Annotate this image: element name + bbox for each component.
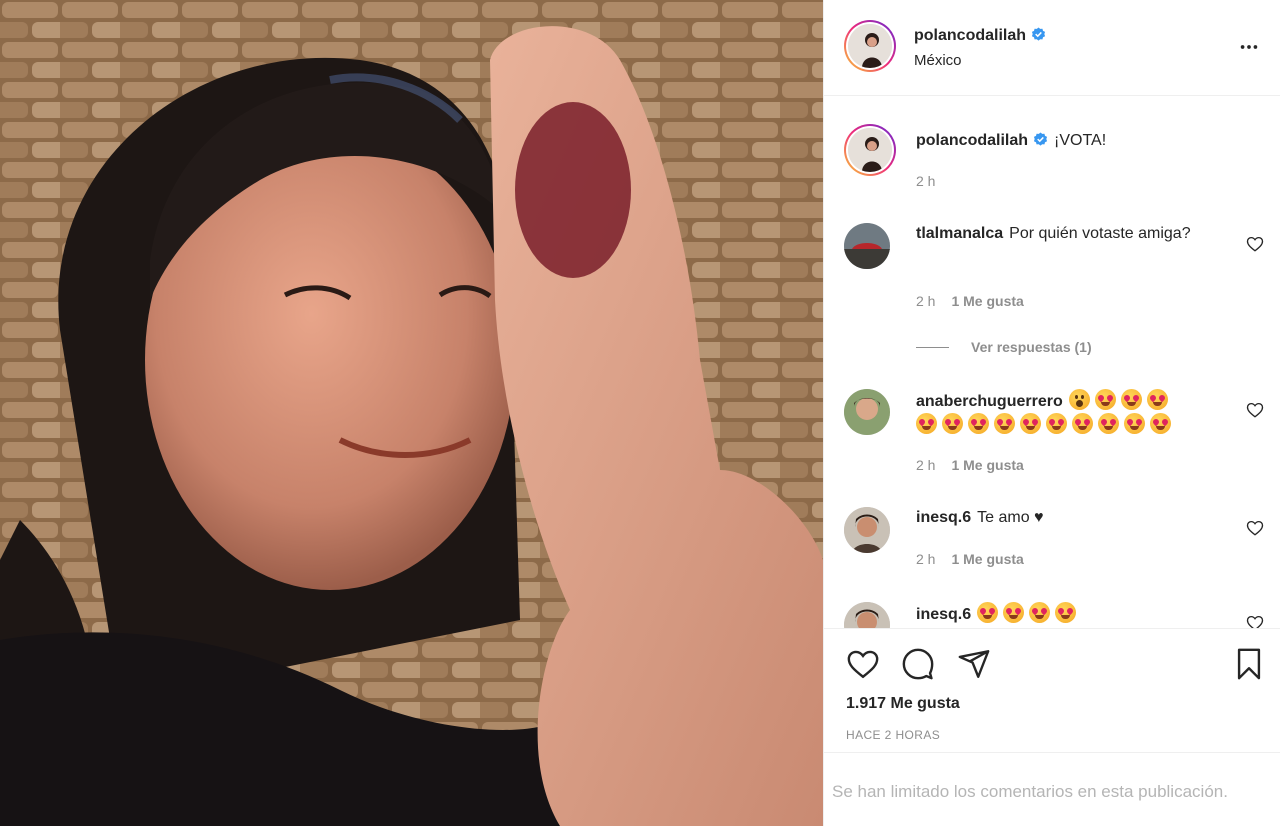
comment-meta: 2 h 1 Me gusta bbox=[916, 551, 1024, 567]
comment-text: Te amo ♥ bbox=[977, 509, 1044, 526]
commenter-username[interactable]: inesq.6 bbox=[916, 606, 971, 623]
heart-eyes-emoji bbox=[1124, 413, 1145, 434]
commenter-username[interactable]: inesq.6 bbox=[916, 509, 971, 526]
heart-eyes-emoji bbox=[994, 413, 1015, 434]
post-location[interactable]: México bbox=[914, 52, 962, 69]
heart-eyes-emoji bbox=[1150, 413, 1171, 434]
comments-list[interactable]: polancodalilah ¡VOTA! 2 h tlalmanalca Por … bbox=[824, 97, 1280, 628]
caption-time[interactable]: 2 h bbox=[916, 173, 935, 189]
heart-eyes-emoji bbox=[1146, 389, 1168, 410]
comments-footer: Se han limitado los comentarios en esta … bbox=[824, 752, 1280, 826]
post-timestamp[interactable]: HACE 2 HORAS bbox=[846, 728, 940, 742]
heart-eyes-emoji bbox=[1020, 413, 1041, 434]
author-avatar[interactable] bbox=[844, 20, 896, 72]
like-comment-icon[interactable] bbox=[1246, 401, 1264, 419]
heart-eyes-emoji bbox=[1046, 413, 1067, 434]
like-comment-icon[interactable] bbox=[1246, 519, 1264, 537]
post-photo[interactable] bbox=[0, 0, 823, 826]
replies-divider bbox=[916, 347, 949, 348]
commenter-avatar[interactable] bbox=[844, 507, 890, 553]
heart-eyes-emoji bbox=[1120, 389, 1142, 410]
post-actions: 1.917 Me gusta HACE 2 HORAS bbox=[824, 628, 1280, 752]
bookmark-icon[interactable] bbox=[1232, 647, 1266, 681]
comment-text: Por quién votaste amiga? bbox=[1009, 225, 1191, 242]
heart-eyes-emoji bbox=[1055, 602, 1077, 623]
like-comment-icon[interactable] bbox=[1246, 235, 1264, 253]
post-sidebar: polancodalilah México polancodalilah ¡VOT… bbox=[823, 0, 1280, 826]
heart-eyes-emoji bbox=[916, 413, 937, 434]
comment-likes[interactable]: 1 Me gusta bbox=[951, 293, 1023, 309]
heart-eyes-emoji bbox=[1072, 413, 1093, 434]
commenter-avatar[interactable] bbox=[844, 602, 890, 628]
heart-eyes-emoji bbox=[1029, 602, 1051, 623]
comment-time[interactable]: 2 h bbox=[916, 457, 935, 473]
comment-likes[interactable]: 1 Me gusta bbox=[951, 457, 1023, 473]
post-image bbox=[0, 0, 823, 826]
view-replies-button[interactable]: Ver respuestas (1) bbox=[916, 339, 1092, 355]
verified-badge-icon bbox=[1033, 132, 1048, 146]
heart-eyes-emoji bbox=[942, 413, 963, 434]
caption-avatar[interactable] bbox=[844, 124, 896, 176]
post-header: polancodalilah México bbox=[824, 0, 1280, 96]
author-username[interactable]: polancodalilah bbox=[914, 27, 1026, 44]
caption-username[interactable]: polancodalilah bbox=[916, 132, 1028, 149]
view-replies-label: Ver respuestas (1) bbox=[971, 339, 1092, 355]
caption-text: ¡VOTA! bbox=[1054, 132, 1107, 149]
like-comment-icon[interactable] bbox=[1246, 614, 1264, 628]
heart-eyes-emoji bbox=[977, 602, 999, 623]
commenter-username[interactable]: tlalmanalca bbox=[916, 225, 1003, 242]
commenter-avatar[interactable] bbox=[844, 389, 890, 435]
commenter-username[interactable]: anaberchuguerrero bbox=[916, 393, 1063, 410]
likes-count[interactable]: 1.917 Me gusta bbox=[846, 695, 960, 713]
share-icon[interactable] bbox=[957, 647, 991, 681]
heart-eyes-emoji bbox=[1003, 602, 1025, 623]
comment-meta: 2 h 1 Me gusta bbox=[916, 457, 1024, 473]
heart-eyes-emoji bbox=[1098, 413, 1119, 434]
comment-time[interactable]: 2 h bbox=[916, 551, 935, 567]
heart-icon[interactable] bbox=[846, 647, 880, 681]
comments-limited-notice: Se han limitado los comentarios en esta … bbox=[832, 782, 1228, 801]
commenter-avatar[interactable] bbox=[844, 223, 890, 269]
heart-eyes-emoji bbox=[968, 413, 989, 434]
comment-icon[interactable] bbox=[901, 647, 935, 681]
astonished-face-emoji bbox=[1068, 389, 1090, 410]
verified-badge-icon bbox=[1031, 27, 1046, 41]
comment-meta: 2 h 1 Me gusta bbox=[916, 293, 1024, 309]
heart-eyes-emoji bbox=[1094, 389, 1116, 410]
comment-time[interactable]: 2 h bbox=[916, 293, 935, 309]
comment-likes[interactable]: 1 Me gusta bbox=[951, 551, 1023, 567]
more-options-icon[interactable] bbox=[1238, 36, 1260, 58]
